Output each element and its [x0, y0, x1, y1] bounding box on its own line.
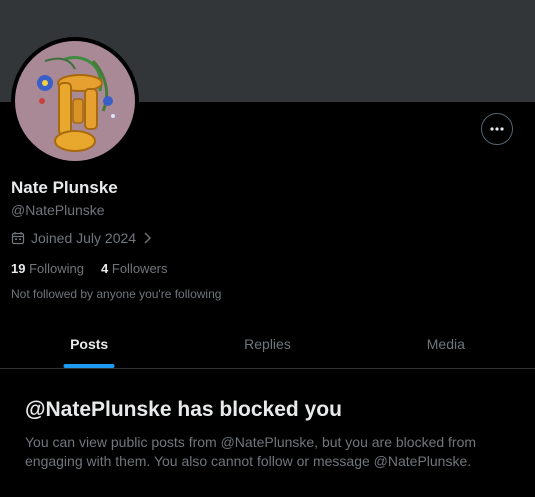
active-tab-indicator: [63, 364, 115, 368]
followers-label: Followers: [111, 261, 168, 276]
more-horizontal-icon: [490, 127, 504, 131]
blocked-message: You can view public posts from @NatePlun…: [25, 434, 477, 469]
tuba-avatar-image: [15, 41, 135, 161]
profile-tabs: Posts Replies Media: [0, 320, 535, 369]
tab-media[interactable]: Media: [357, 320, 535, 368]
joined-label: Joined July 2024: [31, 230, 137, 246]
following-link[interactable]: 19 Following: [11, 261, 84, 276]
following-count: 19: [11, 261, 26, 276]
tab-replies-label: Replies: [244, 336, 291, 352]
following-label: Following: [29, 261, 85, 276]
not-followed-text: Not followed by anyone you're following: [11, 287, 222, 301]
more-options-button[interactable]: [481, 113, 513, 145]
follow-stats: 19 Following 4 Followers: [11, 261, 168, 276]
avatar[interactable]: [11, 37, 139, 165]
blocked-title: @NatePlunske has blocked you: [25, 398, 342, 421]
display-name: Nate Plunske: [11, 178, 118, 197]
tab-posts[interactable]: Posts: [0, 320, 178, 368]
chevron-right-icon: [144, 232, 152, 244]
calendar-icon: [11, 232, 25, 245]
tab-media-label: Media: [426, 336, 465, 352]
joined-date[interactable]: Joined July 2024: [11, 230, 152, 246]
tab-posts-label: Posts: [70, 336, 109, 352]
followers-link[interactable]: 4 Followers: [101, 261, 167, 276]
profile-handle: @NatePlunske: [11, 202, 105, 218]
tab-replies[interactable]: Replies: [178, 320, 356, 368]
followers-count: 4: [101, 261, 109, 276]
